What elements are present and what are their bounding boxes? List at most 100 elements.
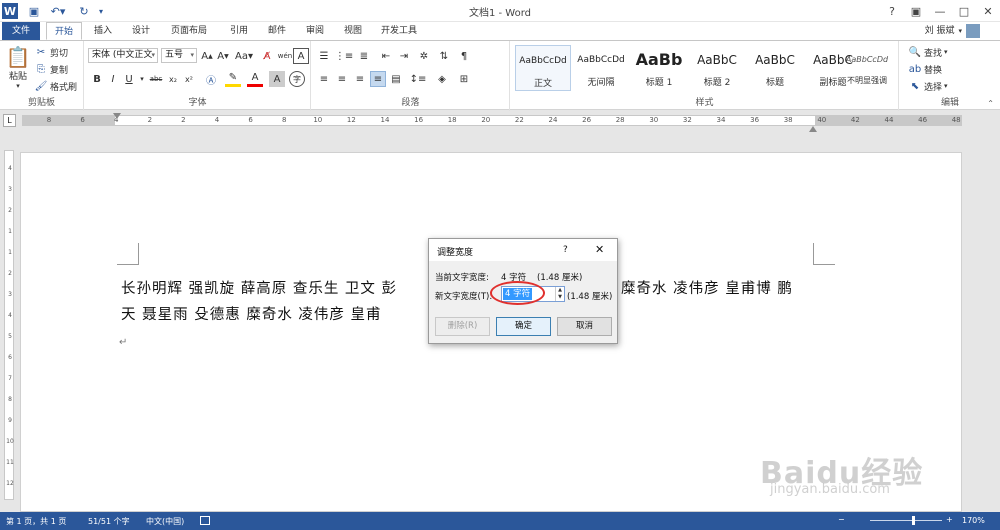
find-button[interactable]: 🔍 查找 ▾: [908, 45, 948, 59]
chevron-down-icon: ▾: [944, 82, 948, 90]
align-center-icon[interactable]: ≡: [334, 71, 350, 87]
zoom-slider-thumb[interactable]: [912, 516, 915, 525]
zoom-out-icon[interactable]: −: [838, 515, 845, 524]
justify-icon[interactable]: ≡: [370, 71, 386, 87]
zoom-slider[interactable]: [870, 520, 942, 521]
ruler-number: 18: [447, 116, 457, 124]
copy-button[interactable]: ⎘ 复制: [34, 62, 68, 76]
find-label: 查找: [924, 48, 943, 59]
spinner-arrows-icon[interactable]: ▲ ▼: [555, 287, 564, 301]
decrease-indent-icon[interactable]: ⇤: [378, 48, 394, 64]
format-painter-button[interactable]: 🖌 格式刷: [34, 79, 77, 93]
vertical-ruler[interactable]: 4 3 2 1 1 2 3 4 5 6 7 8 9 10 11 12: [4, 150, 14, 500]
close-icon[interactable]: ✕: [976, 0, 1000, 22]
page-count[interactable]: 第 1 页，共 1 页: [6, 516, 66, 527]
document-line-1-right[interactable]: 糜奇水 凌伟彦 皇甫博 鹏: [621, 277, 793, 298]
tab-insert[interactable]: 插入: [86, 22, 120, 40]
enclose-char-icon[interactable]: 字: [289, 71, 305, 87]
language[interactable]: 中文(中国): [146, 516, 184, 527]
cut-button[interactable]: ✂ 剪切: [34, 45, 68, 59]
zoom-level[interactable]: 170%: [962, 516, 985, 525]
word-count[interactable]: 51/51 个字: [88, 516, 130, 527]
superscript-icon[interactable]: x²: [181, 71, 197, 87]
style-heading-2[interactable]: AaBbC 标题 2: [689, 45, 745, 91]
show-marks-icon[interactable]: ¶: [456, 48, 472, 64]
style-no-spacing[interactable]: AaBbCcDd 无间隔: [573, 45, 629, 91]
dialog-help-icon[interactable]: ?: [563, 245, 568, 255]
style-normal[interactable]: AaBbCcDd 正文: [515, 45, 571, 91]
tab-selector-icon[interactable]: L: [3, 114, 16, 127]
borders-icon[interactable]: ⊞: [456, 71, 472, 87]
tab-view[interactable]: 视图: [336, 22, 370, 40]
change-case-button[interactable]: Aa ▾: [233, 48, 255, 64]
bullets-icon[interactable]: ☰: [316, 48, 332, 64]
phonetic-guide-icon[interactable]: wén: [277, 48, 293, 64]
clear-formatting-icon[interactable]: A̸: [259, 48, 275, 64]
tab-mailings[interactable]: 邮件: [260, 22, 294, 40]
clipboard-icon: 📋: [5, 45, 31, 69]
collapse-ribbon-icon[interactable]: ⌃: [987, 99, 994, 108]
tab-home[interactable]: 开始: [46, 22, 82, 40]
zoom-in-icon[interactable]: +: [946, 515, 953, 524]
document-line-1[interactable]: 长孙明辉 强凯旋 薛高原 查乐生 卫文 彭: [121, 277, 397, 298]
paste-button[interactable]: 📋 粘贴 ▾: [5, 45, 31, 90]
ruler-number: 2: [147, 116, 153, 124]
numbering-icon[interactable]: ⋮≡: [335, 48, 353, 64]
dialog-close-icon[interactable]: ✕: [595, 243, 604, 256]
italic-icon[interactable]: I: [105, 71, 121, 87]
style-subtle-emphasis[interactable]: AaBbCcDd 不明显强调: [839, 45, 895, 91]
strikethrough-icon[interactable]: abc: [147, 71, 165, 87]
help-icon[interactable]: ?: [880, 0, 904, 22]
tab-review[interactable]: 审阅: [298, 22, 332, 40]
font-size-combo[interactable]: 五号 ▾: [161, 48, 197, 63]
chinese-layout-icon[interactable]: ✲: [416, 48, 432, 64]
user-account[interactable]: 刘 振斌 ▾: [925, 24, 980, 38]
group-styles: AaBbCcDd 正文 AaBbCcDd 无间隔 AaBb 标题 1 AaBbC…: [511, 41, 899, 111]
tab-file[interactable]: 文件: [2, 22, 40, 40]
align-left-icon[interactable]: ≡: [316, 71, 332, 87]
text-effects-icon[interactable]: Ⓐ: [203, 71, 219, 87]
document-line-2[interactable]: 天 聂星雨 殳德惠 糜奇水 凌伟彦 皇甫: [121, 303, 382, 324]
chevron-down-icon[interactable]: ▾: [137, 71, 147, 87]
first-line-indent-marker[interactable]: [113, 113, 121, 119]
shrink-font-icon[interactable]: A ▼: [215, 48, 231, 64]
highlight-icon[interactable]: ✎: [225, 71, 241, 87]
select-button[interactable]: ⬉ 选择 ▾: [908, 79, 948, 93]
grow-font-icon[interactable]: A ▲: [199, 48, 215, 64]
font-name-combo[interactable]: 宋体 (中文正文 ▾: [88, 48, 158, 63]
ruler-number: 34: [716, 116, 726, 124]
adjust-width-dialog: 调整宽度 ? ✕ 当前文字宽度: 4 字符 (1.48 厘米) 新文字宽度(T)…: [428, 238, 618, 344]
macro-icon[interactable]: [200, 516, 210, 525]
tab-developer[interactable]: 开发工具: [376, 22, 422, 40]
cancel-button[interactable]: 取消: [557, 317, 612, 336]
ruler-number: 6: [248, 116, 253, 124]
underline-icon[interactable]: U: [121, 71, 137, 87]
style-sample: AaBb: [635, 50, 683, 69]
distributed-icon[interactable]: ▤: [388, 71, 404, 87]
horizontal-ruler[interactable]: L 8 6 4 2 2 4 6 8 10 12 14 16 18 20 22 24 26 28 30 32 34 36 38…: [0, 111, 1000, 132]
right-indent-marker[interactable]: [809, 126, 817, 132]
style-title[interactable]: AaBbC 标题: [747, 45, 803, 91]
delete-button[interactable]: 删除(R): [435, 317, 490, 336]
subscript-icon[interactable]: x₂: [165, 71, 181, 87]
ok-button[interactable]: 确定: [496, 317, 551, 336]
replace-button[interactable]: ab 替换: [908, 62, 942, 76]
character-shading-icon[interactable]: A: [269, 71, 285, 87]
maximize-icon[interactable]: □: [952, 0, 976, 22]
shading-icon[interactable]: ◈: [434, 71, 450, 87]
sort-icon[interactable]: ⇅: [436, 48, 452, 64]
ruler-number: 48: [951, 116, 961, 124]
character-border-icon[interactable]: A: [293, 48, 309, 64]
tab-page-layout[interactable]: 页面布局: [164, 22, 214, 40]
tab-design[interactable]: 设计: [124, 22, 158, 40]
align-right-icon[interactable]: ≡: [352, 71, 368, 87]
line-spacing-icon[interactable]: ↕≡: [410, 71, 427, 87]
style-heading-1[interactable]: AaBb 标题 1: [631, 45, 687, 91]
ribbon-display-icon[interactable]: ▣: [904, 0, 928, 22]
tab-references[interactable]: 引用: [222, 22, 256, 40]
multilevel-list-icon[interactable]: ≣: [356, 48, 372, 64]
bold-icon[interactable]: B: [89, 71, 105, 87]
minimize-icon[interactable]: —: [928, 0, 952, 22]
font-color-icon[interactable]: A: [247, 71, 263, 87]
increase-indent-icon[interactable]: ⇥: [396, 48, 412, 64]
